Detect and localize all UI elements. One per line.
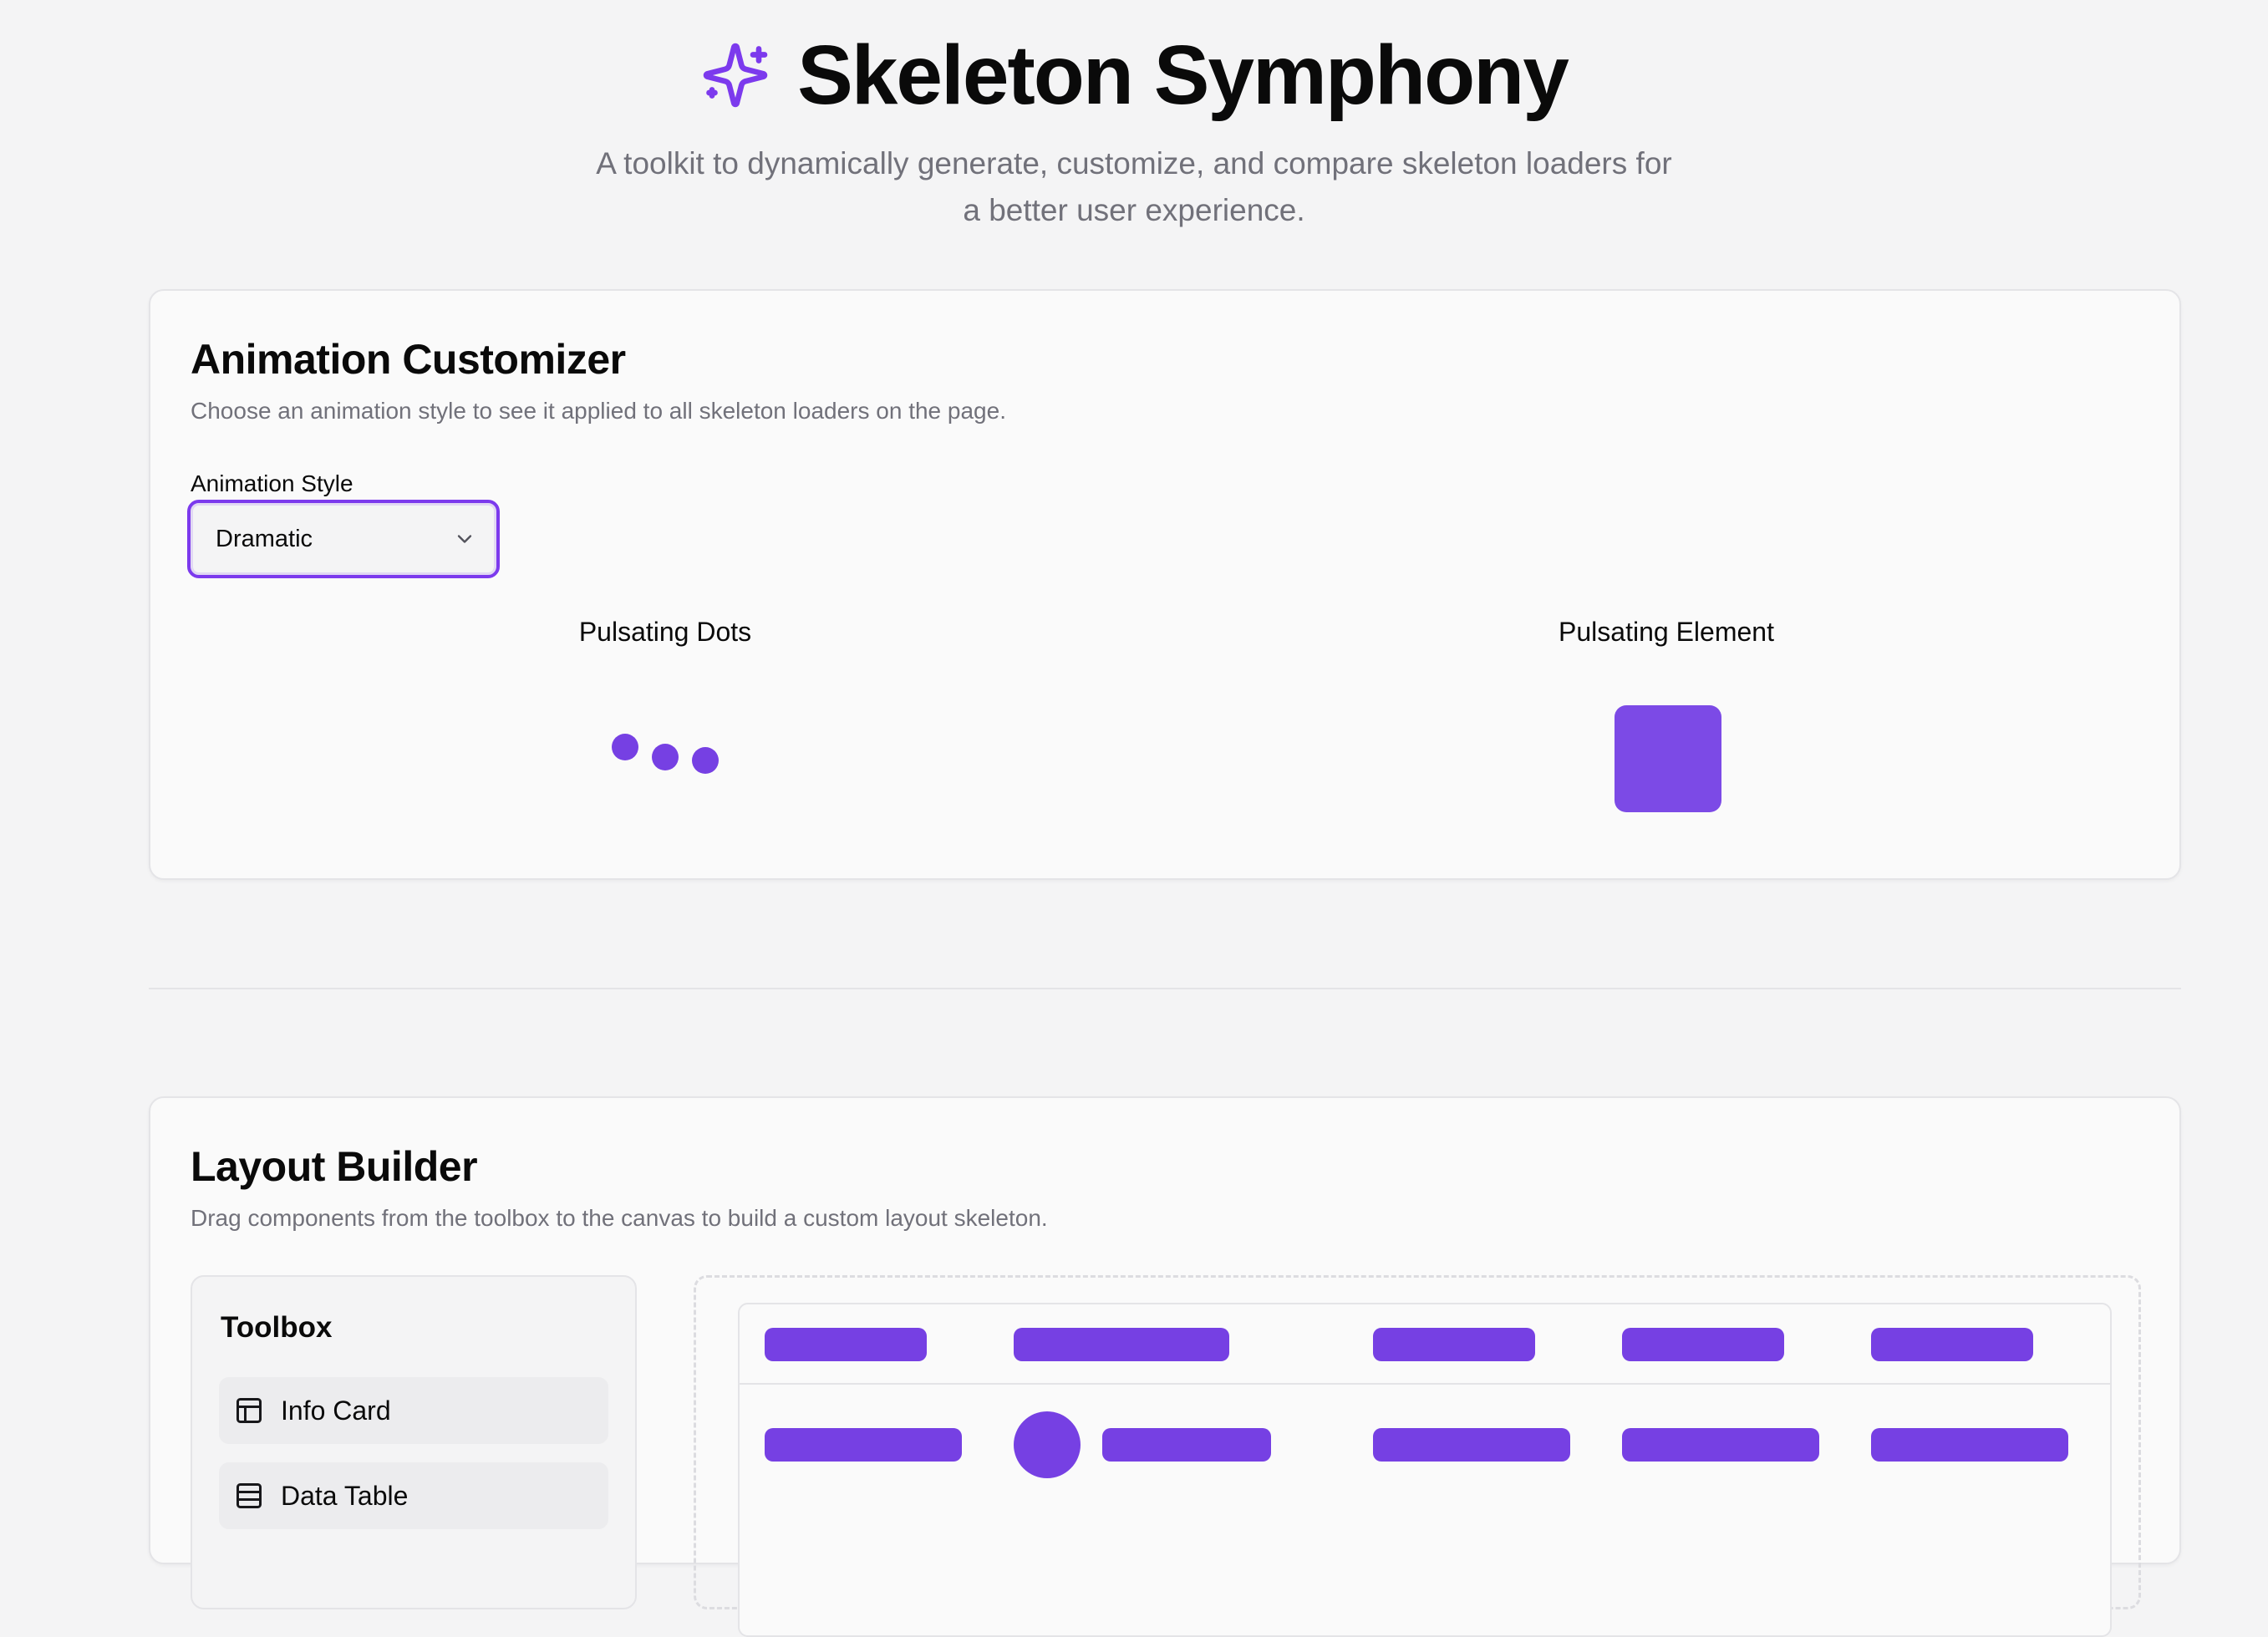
skeleton-header-cell <box>1622 1328 1784 1361</box>
skeleton-row-divider <box>740 1383 2110 1385</box>
animation-style-select[interactable]: Dramatic <box>187 500 500 578</box>
pulsing-dot <box>652 744 679 770</box>
skeleton-cell <box>765 1428 962 1462</box>
animation-style-label: Animation Style <box>191 470 353 496</box>
toolbox-item-data-table[interactable]: Data Table <box>219 1462 608 1529</box>
animation-style-value: Dramatic <box>216 526 313 552</box>
title-row: Skeleton Symphony <box>0 25 2268 125</box>
skeleton-header-cell <box>1014 1328 1229 1361</box>
page-title: Skeleton Symphony <box>797 28 1569 122</box>
sparkles-icon <box>703 43 768 108</box>
demo-label-pulsating-element: Pulsating Element <box>1559 617 1774 647</box>
customizer-description: Choose an animation style to see it appl… <box>191 398 1006 424</box>
layout-panel-icon <box>236 1398 262 1423</box>
page-subtitle: A toolkit to dynamically generate, custo… <box>596 146 1672 227</box>
builder-title: Layout Builder <box>191 1143 478 1190</box>
pulsating-element-demo <box>1615 705 1721 812</box>
animation-customizer-card: Animation Customizer Choose an animation… <box>149 289 2181 880</box>
skeleton-avatar <box>1014 1411 1081 1478</box>
demo-label-pulsating-dots: Pulsating Dots <box>578 617 752 647</box>
toolbox-item-label: Info Card <box>281 1396 391 1426</box>
toolbox-item-label: Data Table <box>281 1481 409 1511</box>
section-divider <box>149 988 2181 989</box>
skeleton-header-cell <box>1871 1328 2033 1361</box>
toolbox-title: Toolbox <box>221 1311 333 1344</box>
table-icon <box>236 1483 262 1508</box>
skeleton-cell <box>1373 1428 1570 1462</box>
data-table-skeleton[interactable] <box>738 1303 2112 1637</box>
skeleton-cell <box>1622 1428 1819 1462</box>
toolbox-panel: Toolbox Info Card Data Table <box>191 1275 637 1609</box>
pulsing-dot <box>692 747 719 774</box>
skeleton-header-cell <box>1373 1328 1535 1361</box>
builder-description: Drag components from the toolbox to the … <box>191 1205 1048 1231</box>
toolbox-item-info-card[interactable]: Info Card <box>219 1377 608 1444</box>
pulsing-dot <box>612 734 638 760</box>
skeleton-cell <box>1102 1428 1271 1462</box>
customizer-title: Animation Customizer <box>191 336 626 383</box>
layout-builder-card: Layout Builder Drag components from the … <box>149 1096 2181 1637</box>
skeleton-cell <box>1871 1428 2068 1462</box>
skeleton-header-cell <box>765 1328 927 1361</box>
layout-canvas[interactable] <box>694 1275 2141 1637</box>
chevron-down-icon <box>457 535 472 543</box>
